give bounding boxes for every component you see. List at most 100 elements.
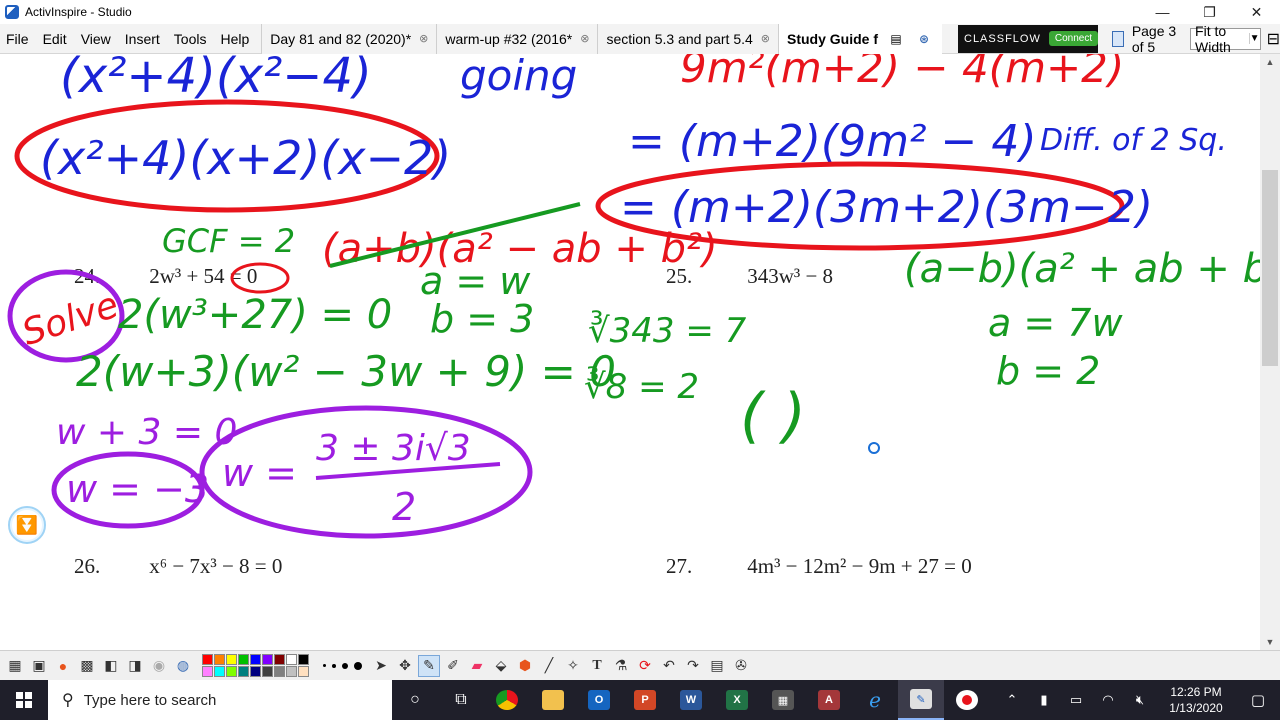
clear-icon[interactable]: ⚗: [610, 655, 632, 677]
pen-icon[interactable]: ✎: [418, 654, 440, 677]
color-swatch[interactable]: [214, 654, 225, 665]
color-swatch[interactable]: [250, 654, 261, 665]
fill-icon[interactable]: ⬙: [490, 655, 512, 677]
color-swatch[interactable]: [274, 654, 285, 665]
previous-page-icon[interactable]: ◧: [100, 655, 122, 677]
undo-icon[interactable]: ↶: [658, 655, 680, 677]
select-icon[interactable]: ➤: [370, 655, 392, 677]
color-swatch[interactable]: [250, 666, 261, 677]
restore-button[interactable]: ❐: [1186, 0, 1233, 24]
powerpoint-icon[interactable]: P: [622, 680, 668, 720]
color-swatch[interactable]: [298, 654, 309, 665]
color-swatch[interactable]: [274, 666, 285, 677]
text-icon[interactable]: T: [586, 655, 608, 677]
color-swatch[interactable]: [202, 654, 213, 665]
color-swatch[interactable]: [262, 666, 273, 677]
window-title: ActivInspire - Studio: [25, 5, 132, 19]
menu-view[interactable]: View: [75, 24, 119, 54]
tab-warm-up-32[interactable]: warm-up #32 (2016* ⊗: [436, 23, 598, 54]
scroll-thumb[interactable]: [1262, 170, 1278, 366]
color-swatch[interactable]: [238, 666, 249, 677]
dashboard-icon[interactable]: ▣: [28, 655, 50, 677]
ink-top-right-red: 9m²(m+2) − 4(m+2): [680, 54, 1124, 92]
outlook-icon[interactable]: O: [576, 680, 622, 720]
collapse-toolbar-icon[interactable]: ⊟: [1267, 29, 1280, 49]
desktop-annotate-icon[interactable]: ▩: [76, 655, 98, 677]
chevron-up-icon[interactable]: ⌃: [996, 692, 1028, 708]
menu-file[interactable]: File: [0, 24, 37, 54]
tab-study-guide[interactable]: Study Guide f ▤ ⊛: [778, 23, 942, 54]
scroll-up-icon[interactable]: ▲: [1260, 54, 1280, 70]
chrome-icon[interactable]: [484, 680, 530, 720]
color-palette: [202, 654, 309, 677]
pen-width-medium-icon[interactable]: [332, 663, 336, 668]
tab-close-icon[interactable]: ⊗: [580, 32, 589, 45]
color-swatch[interactable]: [286, 654, 297, 665]
vertical-scrollbar[interactable]: ▲ ▼: [1260, 54, 1280, 650]
pen-width-small-icon[interactable]: [323, 664, 326, 667]
excel-icon[interactable]: X: [714, 680, 760, 720]
scroll-down-icon[interactable]: ▼: [1260, 634, 1280, 650]
tab-list-icon[interactable]: ▤: [886, 29, 906, 49]
close-button[interactable]: ✕: [1233, 0, 1280, 24]
minimize-button[interactable]: —: [1139, 0, 1186, 24]
eraser-icon[interactable]: ▰: [466, 655, 488, 677]
marquee-icon[interactable]: ✥: [394, 655, 416, 677]
cortana-icon[interactable]: ○: [392, 680, 438, 720]
tab-day-81-82[interactable]: Day 81 and 82 (2020)* ⊗: [261, 23, 437, 54]
activinspire-menu-icon[interactable]: ●: [52, 655, 74, 677]
access-icon[interactable]: A: [806, 680, 852, 720]
color-swatch[interactable]: [226, 654, 237, 665]
calculator-icon[interactable]: ▦: [760, 680, 806, 720]
redo-icon[interactable]: ↷: [682, 655, 704, 677]
highlighter-icon[interactable]: ✐: [442, 655, 464, 677]
pen-width-xlarge-icon[interactable]: [354, 661, 362, 670]
next-page-icon[interactable]: ◨: [124, 655, 146, 677]
taskbar-clock[interactable]: 12:26 PM 1/13/2020: [1156, 684, 1236, 716]
battery-icon[interactable]: ▭: [1060, 692, 1092, 708]
start-button[interactable]: [0, 680, 48, 720]
wifi-icon[interactable]: ◠: [1092, 692, 1124, 708]
magic-ink-icon[interactable]: ✧: [562, 655, 584, 677]
connector-icon[interactable]: ╱: [538, 655, 560, 677]
word-icon[interactable]: W: [668, 680, 714, 720]
menu-insert[interactable]: Insert: [119, 24, 168, 54]
color-swatch[interactable]: [286, 666, 297, 677]
color-swatch[interactable]: [226, 666, 237, 677]
classflow-connect-button[interactable]: Connect: [1048, 31, 1099, 46]
globe-icon[interactable]: ◍: [172, 655, 194, 677]
recorder-icon[interactable]: [944, 680, 990, 720]
page-layout-icon[interactable]: ▤: [706, 655, 728, 677]
activinspire-taskbar-icon[interactable]: ✎: [898, 680, 944, 720]
browser-icon[interactable]: ⊛: [914, 29, 934, 49]
tab-section-5-3[interactable]: section 5.3 and part 5.4 ⊗: [597, 23, 778, 54]
color-swatch[interactable]: [214, 666, 225, 677]
file-explorer-icon[interactable]: [530, 680, 576, 720]
menu-edit[interactable]: Edit: [37, 24, 75, 54]
notification-icon[interactable]: ▢: [1236, 691, 1280, 709]
shape-icon[interactable]: ⬢: [514, 655, 536, 677]
color-swatch[interactable]: [298, 666, 309, 677]
browsers-icon[interactable]: ▦: [4, 655, 26, 677]
reset-icon[interactable]: ⟳: [634, 655, 656, 677]
tab-close-icon[interactable]: ⊗: [761, 32, 770, 45]
menu-help[interactable]: Help: [214, 24, 257, 54]
pen-width-selector[interactable]: [323, 661, 362, 670]
customize-icon[interactable]: ✇: [730, 655, 752, 677]
taskbar-search[interactable]: ⚲ Type here to search: [48, 680, 392, 720]
pen-width-large-icon[interactable]: [342, 662, 348, 669]
color-swatch[interactable]: [202, 666, 213, 677]
usb-icon[interactable]: ▮: [1028, 692, 1060, 708]
page-tray-toggle-icon[interactable]: ⏬: [8, 506, 46, 544]
tab-close-icon[interactable]: ⊗: [419, 32, 428, 45]
color-swatch[interactable]: [262, 654, 273, 665]
color-swatch[interactable]: [238, 654, 249, 665]
task-view-icon[interactable]: ⧉: [438, 680, 484, 720]
flipchart-canvas[interactable]: 24. 2w³ + 54 = 0 25. 343w³ − 8 26. x⁶ − …: [0, 54, 1260, 650]
page-browser-icon[interactable]: [1112, 30, 1124, 47]
volume-muted-icon[interactable]: 🔇︎: [1124, 692, 1156, 708]
zoom-select[interactable]: Fit to Width ▼: [1190, 23, 1261, 55]
menu-tools[interactable]: Tools: [168, 24, 215, 54]
play-icon[interactable]: ◉: [148, 655, 170, 677]
edge-icon[interactable]: ℯ: [852, 680, 898, 720]
